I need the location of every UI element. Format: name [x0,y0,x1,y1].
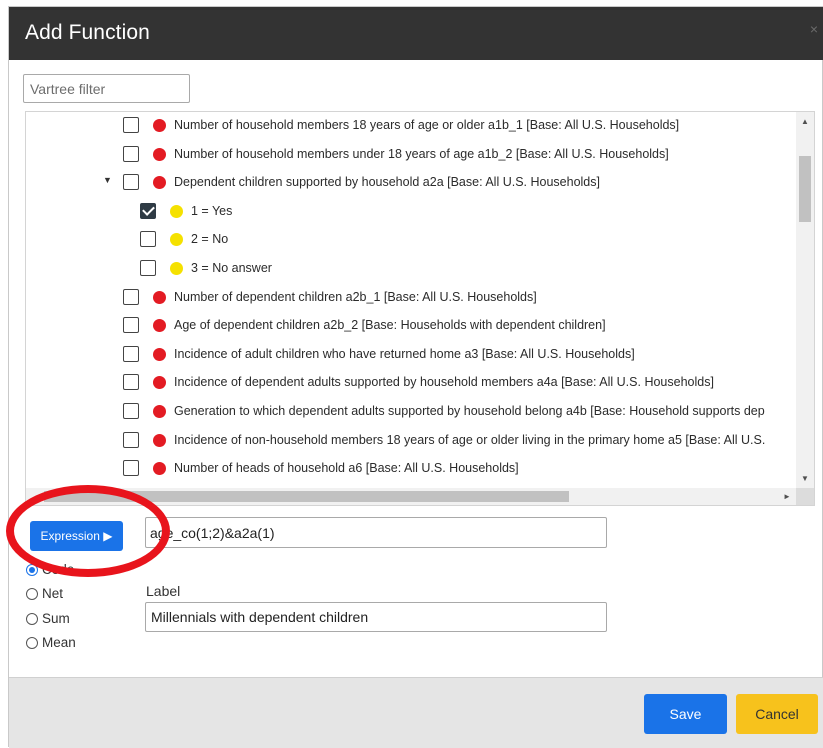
tree-child-item[interactable]: 3 = No answer [26,258,797,280]
radio-button-sum[interactable] [26,613,38,625]
tree-item-label: Generation to which dependent adults sup… [174,404,765,418]
tree-item-checkbox[interactable] [123,117,139,133]
tree-item[interactable]: ▼ Dependent children supported by househo… [26,172,797,194]
tree-item-label: Number of dependent children a2b_1 [Base… [174,289,537,304]
save-button[interactable]: Save [644,694,727,734]
tree-item-checkbox[interactable] [140,231,156,248]
tree-item-checkbox[interactable] [123,374,139,391]
tree-item[interactable]: Number of household members 18 years of … [26,115,797,137]
red-status-dot-icon [153,290,166,304]
cancel-button[interactable]: Cancel [736,694,818,734]
radio-label-net: Net [42,586,64,601]
expression-input[interactable] [145,517,607,548]
red-status-dot-icon [153,176,166,190]
tree-item-checkbox[interactable] [123,174,139,191]
label-input[interactable] [145,602,607,632]
vartree-list: Number of household members 18 years of … [26,112,797,489]
radio-label-sum: Sum [42,611,70,626]
vartree-panel[interactable]: Number of household members 18 years of … [25,111,815,506]
radio-button-code[interactable] [26,564,38,576]
label-caption: Label [146,583,181,599]
tree-item[interactable]: Incidence of non-household members 18 ye… [26,430,797,452]
tree-item-label: 2 = No [191,232,229,247]
red-status-dot-icon [153,319,166,333]
dialog-titlebar: Add Function × [9,7,823,60]
vertical-scrollbar[interactable]: ▲ ▼ [796,112,814,489]
tree-item[interactable]: Generation to which dependent adults sup… [26,401,797,423]
close-icon[interactable]: × [810,21,818,37]
expand-chevron-icon[interactable]: ▼ [103,175,113,185]
horizontal-scroll-thumb[interactable] [44,491,569,502]
tree-item-label: 3 = No answer [191,261,272,275]
expression-button[interactable]: Expression ▶ [30,521,123,551]
scroll-right-icon[interactable]: ► [779,488,795,505]
radio-label-code: Code [42,562,75,577]
red-status-dot-icon [153,376,166,390]
tree-child-item[interactable]: 2 = No [26,229,797,251]
tree-item-checkbox[interactable] [140,260,156,276]
red-status-dot-icon [153,119,166,132]
tree-item-label: Incidence of non-household members 18 ye… [174,432,766,447]
tree-item-checkbox[interactable] [123,317,139,334]
red-status-dot-icon [153,347,166,361]
scroll-down-icon[interactable]: ▼ [796,471,814,487]
tree-item[interactable]: Number of dependent children a2b_1 [Base… [26,287,797,309]
tree-item-label: Number of household members 18 years of … [174,118,680,132]
tree-item-checkbox[interactable] [123,288,139,305]
tree-item-label: Incidence of dependent adults supported … [174,375,714,390]
yellow-status-dot-icon [170,204,183,218]
red-status-dot-icon [153,405,166,418]
tree-item-checkbox[interactable] [140,202,156,219]
tree-item-label: Number of heads of household a6 [Base: A… [174,461,519,476]
dialog-title: Add Function [25,21,150,44]
tree-item-checkbox[interactable] [123,460,139,477]
tree-item[interactable]: Incidence of adult children who have ret… [26,344,797,366]
dialog-footer: Save Cancel [9,677,823,748]
tree-item-label: 1 = Yes [191,203,233,218]
horizontal-scrollbar[interactable]: ► [26,488,797,505]
vertical-scroll-thumb[interactable] [799,156,811,222]
tree-child-item[interactable]: 1 = Yes [26,201,797,223]
tree-item[interactable]: Number of heads of household a6 [Base: A… [26,458,797,480]
tree-item-label: Age of dependent children a2b_2 [Base: H… [174,318,606,333]
add-function-dialog: Add Function × Number of household membe… [6,6,823,748]
tree-item[interactable]: Number of household members under 18 yea… [26,144,797,166]
red-status-dot-icon [153,462,166,476]
tree-item-checkbox[interactable] [123,431,139,448]
scrollbar-corner [796,488,814,505]
red-status-dot-icon [153,147,166,161]
scroll-up-icon[interactable]: ▲ [796,114,814,130]
tree-item[interactable]: Age of dependent children a2b_2 [Base: H… [26,315,797,337]
yellow-status-dot-icon [170,262,183,275]
vartree-filter-input[interactable] [23,74,190,103]
tree-item-checkbox[interactable] [123,145,139,162]
radio-button-net[interactable] [26,588,38,600]
tree-item[interactable]: Incidence of dependent adults supported … [26,372,797,394]
radio-label-mean: Mean [42,635,76,650]
radio-button-mean[interactable] [26,637,38,649]
tree-item-checkbox[interactable] [123,403,139,419]
yellow-status-dot-icon [170,233,183,247]
red-status-dot-icon [153,433,166,447]
tree-item-label: Dependent children supported by househol… [174,175,600,190]
tree-item-label: Incidence of adult children who have ret… [174,346,635,361]
tree-item-label: Number of household members under 18 yea… [174,146,669,161]
tree-item-checkbox[interactable] [123,345,139,362]
